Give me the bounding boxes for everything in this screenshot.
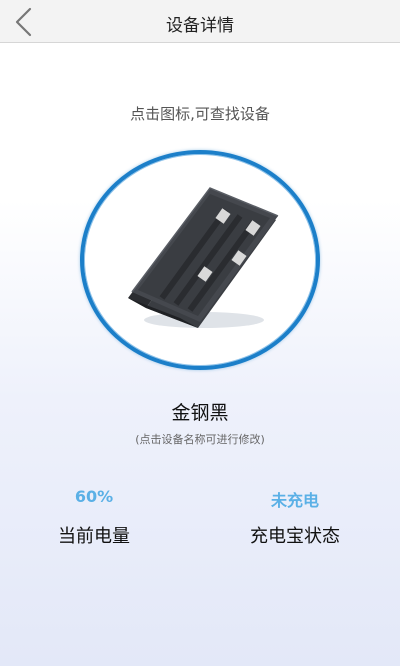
device-name[interactable]: 金钢黑: [0, 398, 400, 425]
charging-status-value: 未充电: [270, 491, 319, 510]
battery-level-value: 60%: [74, 487, 114, 506]
page-title: 设备详情: [166, 16, 234, 36]
header-bar: 设备详情: [0, 0, 400, 43]
device-icon-button[interactable]: [80, 150, 320, 370]
battery-level-label: 当前电量: [58, 526, 130, 547]
charging-status-label: 充电宝状态: [250, 526, 340, 547]
power-bank-icon: [128, 187, 279, 328]
find-device-hint: 点击图标,可查找设备: [130, 105, 270, 123]
rename-hint: (点击设备名称可进行修改): [135, 433, 265, 446]
